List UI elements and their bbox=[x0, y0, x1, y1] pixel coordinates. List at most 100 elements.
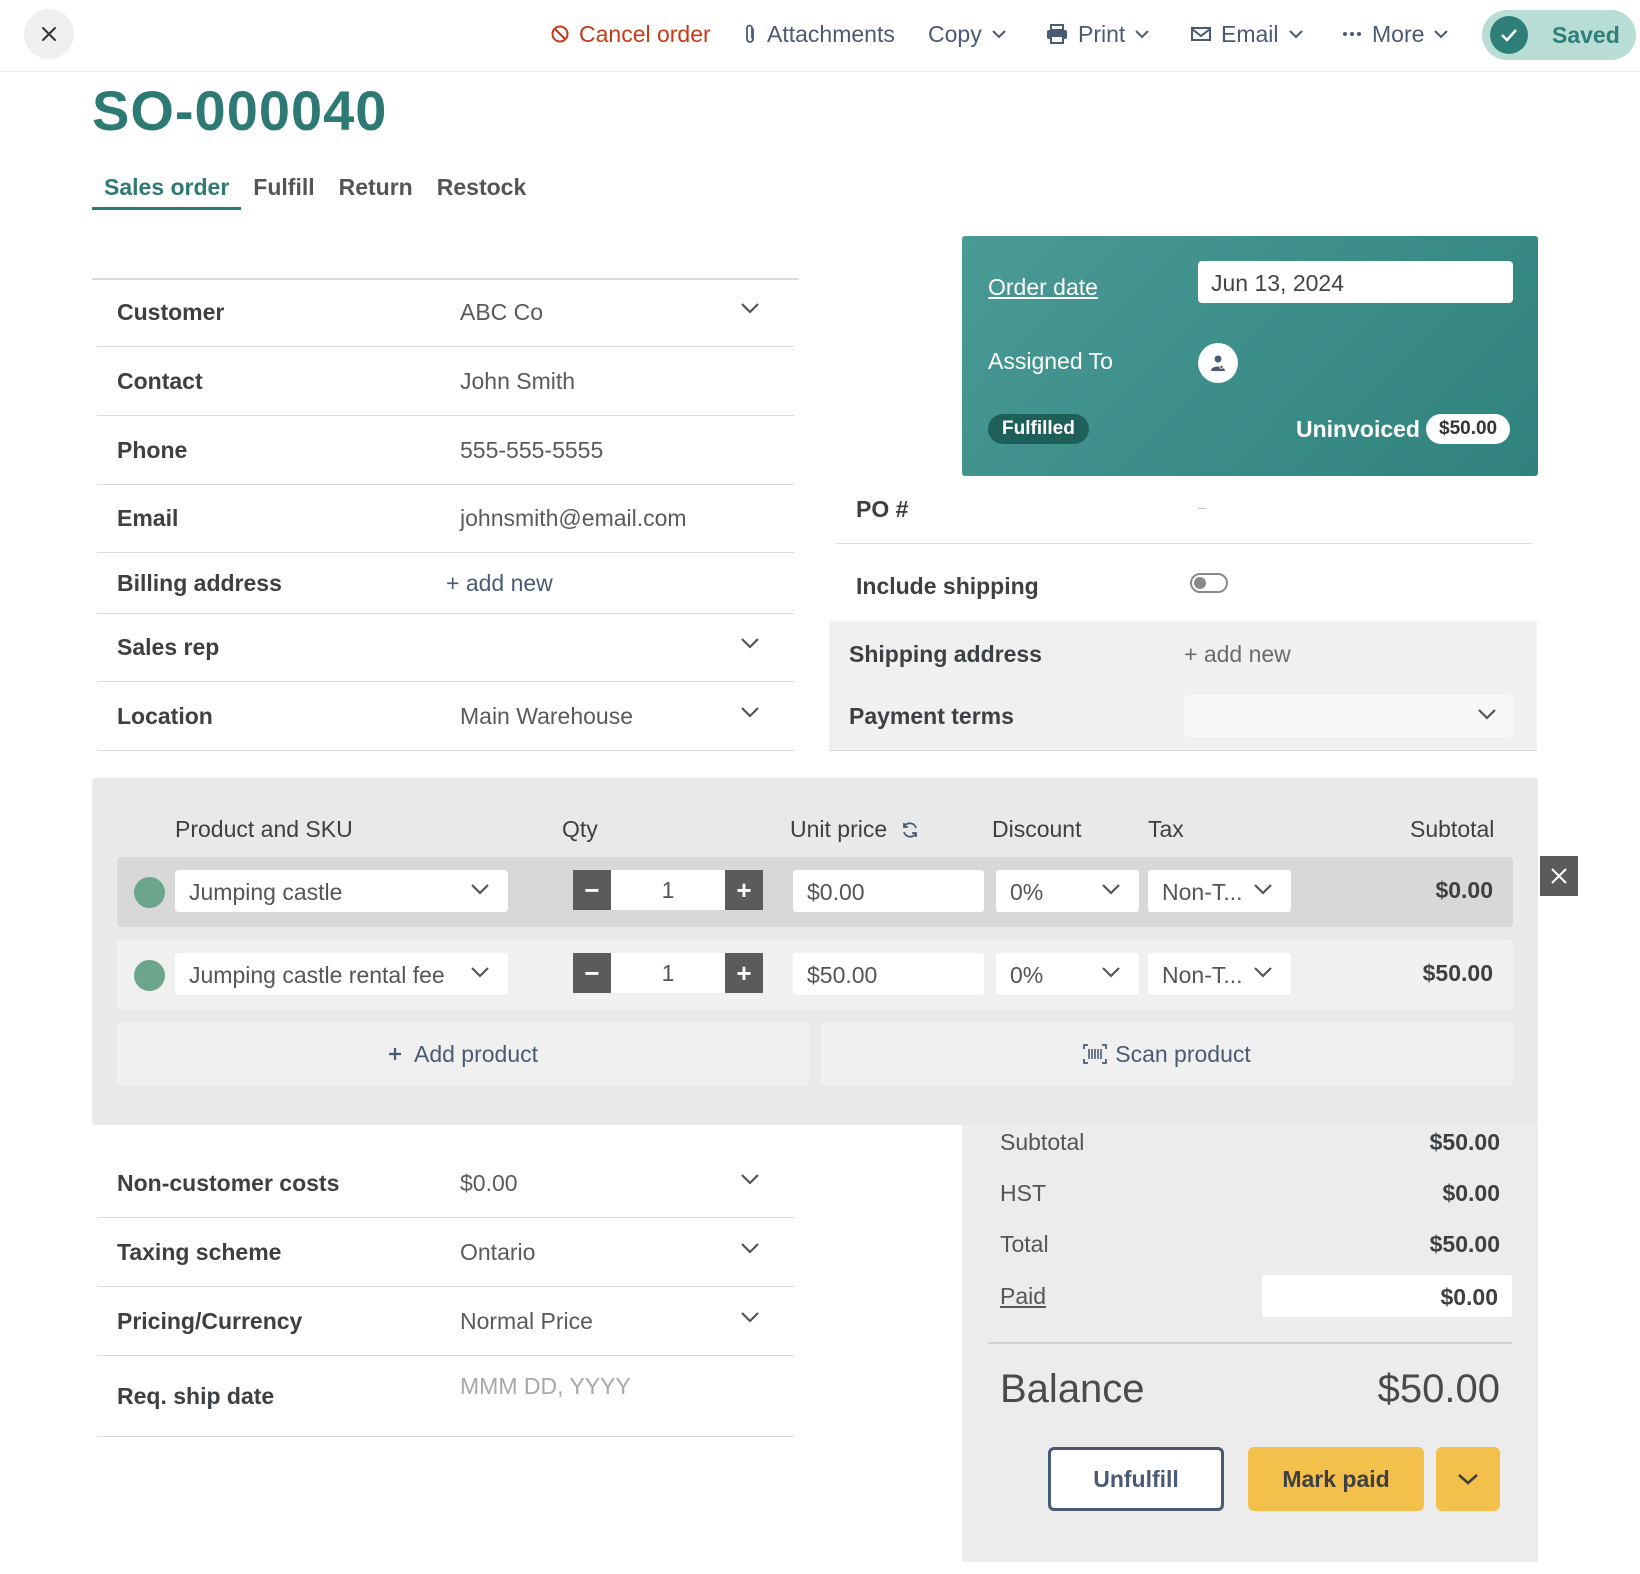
page-title: SO-000040 bbox=[92, 79, 388, 142]
non-customer-costs-field[interactable]: Non-customer costs $0.00 bbox=[97, 1150, 794, 1218]
product-select[interactable]: Jumping castle rental fee bbox=[175, 953, 508, 995]
toggle-knob bbox=[1194, 577, 1206, 589]
assignee-avatar[interactable] bbox=[1198, 343, 1238, 383]
pricing-currency-value: Normal Price bbox=[460, 1308, 593, 1334]
paid-label[interactable]: Paid bbox=[1000, 1283, 1046, 1310]
qty-input[interactable]: 1 bbox=[611, 953, 725, 993]
payment-terms-select[interactable] bbox=[1184, 695, 1513, 737]
billing-add-new-link[interactable]: + add new bbox=[446, 570, 553, 597]
col-header-unit-price: Unit price bbox=[790, 816, 919, 843]
shipping-add-new-link[interactable]: + add new bbox=[1184, 641, 1291, 668]
balance-value: $50.00 bbox=[1377, 1367, 1500, 1411]
phone-value: 555-555-5555 bbox=[460, 437, 604, 463]
chevron-down-icon bbox=[991, 30, 1006, 39]
mark-paid-button[interactable]: Mark paid bbox=[1248, 1447, 1424, 1511]
chevron-down-icon[interactable] bbox=[740, 1241, 760, 1255]
products-panel: Product and SKU Qty Unit price Discount … bbox=[92, 778, 1538, 1125]
qty-decrement-button[interactable]: − bbox=[573, 870, 611, 910]
chevron-down-icon[interactable] bbox=[740, 301, 760, 315]
totals-panel: Subtotal $50.00 HST $0.00 Total $50.00 P… bbox=[962, 1125, 1538, 1562]
plus-icon bbox=[388, 1048, 401, 1060]
prohibit-icon bbox=[551, 25, 569, 43]
subtotal-label: Subtotal bbox=[1000, 1129, 1085, 1155]
tax-select[interactable]: Non-T... bbox=[1148, 870, 1291, 912]
cancel-order-button[interactable]: Cancel order bbox=[551, 14, 711, 54]
chevron-down-icon bbox=[1135, 30, 1150, 39]
chevron-down-icon[interactable] bbox=[740, 705, 760, 719]
chevron-down-icon[interactable] bbox=[740, 1172, 760, 1186]
printer-icon bbox=[1047, 24, 1067, 44]
discount-select[interactable]: 0% bbox=[996, 953, 1139, 995]
paid-input[interactable]: $0.00 bbox=[1262, 1275, 1512, 1317]
po-number-empty bbox=[1198, 508, 1206, 509]
email-field[interactable]: Email johnsmith@email.com bbox=[97, 485, 794, 553]
pricing-currency-field[interactable]: Pricing/Currency Normal Price bbox=[97, 1288, 794, 1356]
tab-restock[interactable]: Restock bbox=[425, 168, 538, 210]
print-dropdown[interactable]: Print bbox=[1046, 14, 1150, 54]
tax-select[interactable]: Non-T... bbox=[1148, 953, 1291, 995]
row-subtotal: $0.00 bbox=[1435, 877, 1493, 903]
order-date-label[interactable]: Order date bbox=[988, 274, 1098, 301]
chevron-down-icon bbox=[1102, 967, 1120, 978]
close-button[interactable] bbox=[24, 9, 74, 59]
qty-increment-button[interactable]: + bbox=[725, 953, 763, 993]
unit-price-input[interactable]: $50.00 bbox=[793, 953, 984, 995]
taxing-scheme-field[interactable]: Taxing scheme Ontario bbox=[97, 1219, 794, 1287]
col-header-product: Product and SKU bbox=[175, 816, 353, 842]
attachments-button[interactable]: Attachments bbox=[743, 14, 895, 54]
scan-product-button[interactable]: Scan product bbox=[821, 1022, 1513, 1086]
pricing-currency-label: Pricing/Currency bbox=[117, 1308, 303, 1334]
tab-return[interactable]: Return bbox=[327, 168, 425, 210]
include-shipping-toggle[interactable] bbox=[1190, 573, 1228, 593]
phone-field[interactable]: Phone 555-555-5555 bbox=[97, 417, 794, 485]
email-label: Email bbox=[117, 505, 179, 531]
add-product-button[interactable]: Add product bbox=[117, 1022, 809, 1086]
contact-field[interactable]: Contact John Smith bbox=[97, 348, 794, 416]
customer-field[interactable]: Customer ABC Co bbox=[97, 279, 794, 347]
more-label: More bbox=[1372, 20, 1425, 47]
location-field[interactable]: Location Main Warehouse bbox=[97, 683, 794, 751]
unit-price-input[interactable]: $0.00 bbox=[793, 870, 984, 912]
unit-price-header-label: Unit price bbox=[790, 816, 888, 842]
tab-sales-order[interactable]: Sales order bbox=[92, 168, 242, 210]
copy-dropdown[interactable]: Copy bbox=[928, 14, 1006, 54]
tax-value: Non-T... bbox=[1162, 879, 1243, 905]
delete-row-button[interactable] bbox=[1540, 856, 1578, 896]
qty-increment-button[interactable]: + bbox=[725, 870, 763, 910]
tab-fulfill[interactable]: Fulfill bbox=[241, 168, 326, 210]
check-icon bbox=[1490, 16, 1528, 54]
chevron-down-icon[interactable] bbox=[740, 1310, 760, 1324]
tax-value: Non-T... bbox=[1162, 962, 1243, 988]
include-shipping-label: Include shipping bbox=[856, 572, 1039, 599]
order-date-input[interactable]: Jun 13, 2024 bbox=[1198, 261, 1513, 303]
po-number-field[interactable]: PO # bbox=[836, 476, 1532, 544]
req-ship-date-input[interactable]: MMM DD, YYYY bbox=[460, 1373, 631, 1400]
mark-paid-options-button[interactable] bbox=[1436, 1447, 1500, 1511]
refresh-icon[interactable] bbox=[901, 821, 919, 839]
qty-decrement-button[interactable]: − bbox=[573, 953, 611, 993]
product-select[interactable]: Jumping castle bbox=[175, 870, 508, 912]
subtotal-value: $50.00 bbox=[1429, 1129, 1500, 1155]
chevron-down-icon[interactable] bbox=[740, 636, 760, 650]
non-customer-costs-value: $0.00 bbox=[460, 1170, 518, 1196]
saved-label: Saved bbox=[1552, 21, 1620, 48]
balance-label: Balance bbox=[1000, 1367, 1145, 1411]
order-summary-card: Order date Jun 13, 2024 Assigned To Fulf… bbox=[962, 236, 1538, 476]
customer-label: Customer bbox=[117, 299, 225, 325]
total-value: $50.00 bbox=[1429, 1231, 1500, 1257]
chevron-down-icon bbox=[1288, 30, 1303, 39]
ellipsis-icon bbox=[1343, 32, 1361, 36]
unfulfill-button[interactable]: Unfulfill bbox=[1048, 1447, 1224, 1511]
phone-label: Phone bbox=[117, 437, 188, 463]
total-label: Total bbox=[1000, 1231, 1049, 1257]
discount-value: 0% bbox=[1010, 962, 1044, 988]
chevron-down-icon bbox=[1434, 30, 1449, 39]
chevron-down-icon bbox=[471, 884, 489, 895]
sales-rep-field[interactable]: Sales rep bbox=[97, 614, 794, 682]
discount-select[interactable]: 0% bbox=[996, 870, 1139, 912]
col-header-qty: Qty bbox=[562, 816, 598, 842]
qty-input[interactable]: 1 bbox=[611, 870, 725, 910]
more-dropdown[interactable]: More bbox=[1342, 14, 1449, 54]
saved-button[interactable]: Saved bbox=[1482, 10, 1636, 60]
email-dropdown[interactable]: Email bbox=[1191, 14, 1303, 54]
